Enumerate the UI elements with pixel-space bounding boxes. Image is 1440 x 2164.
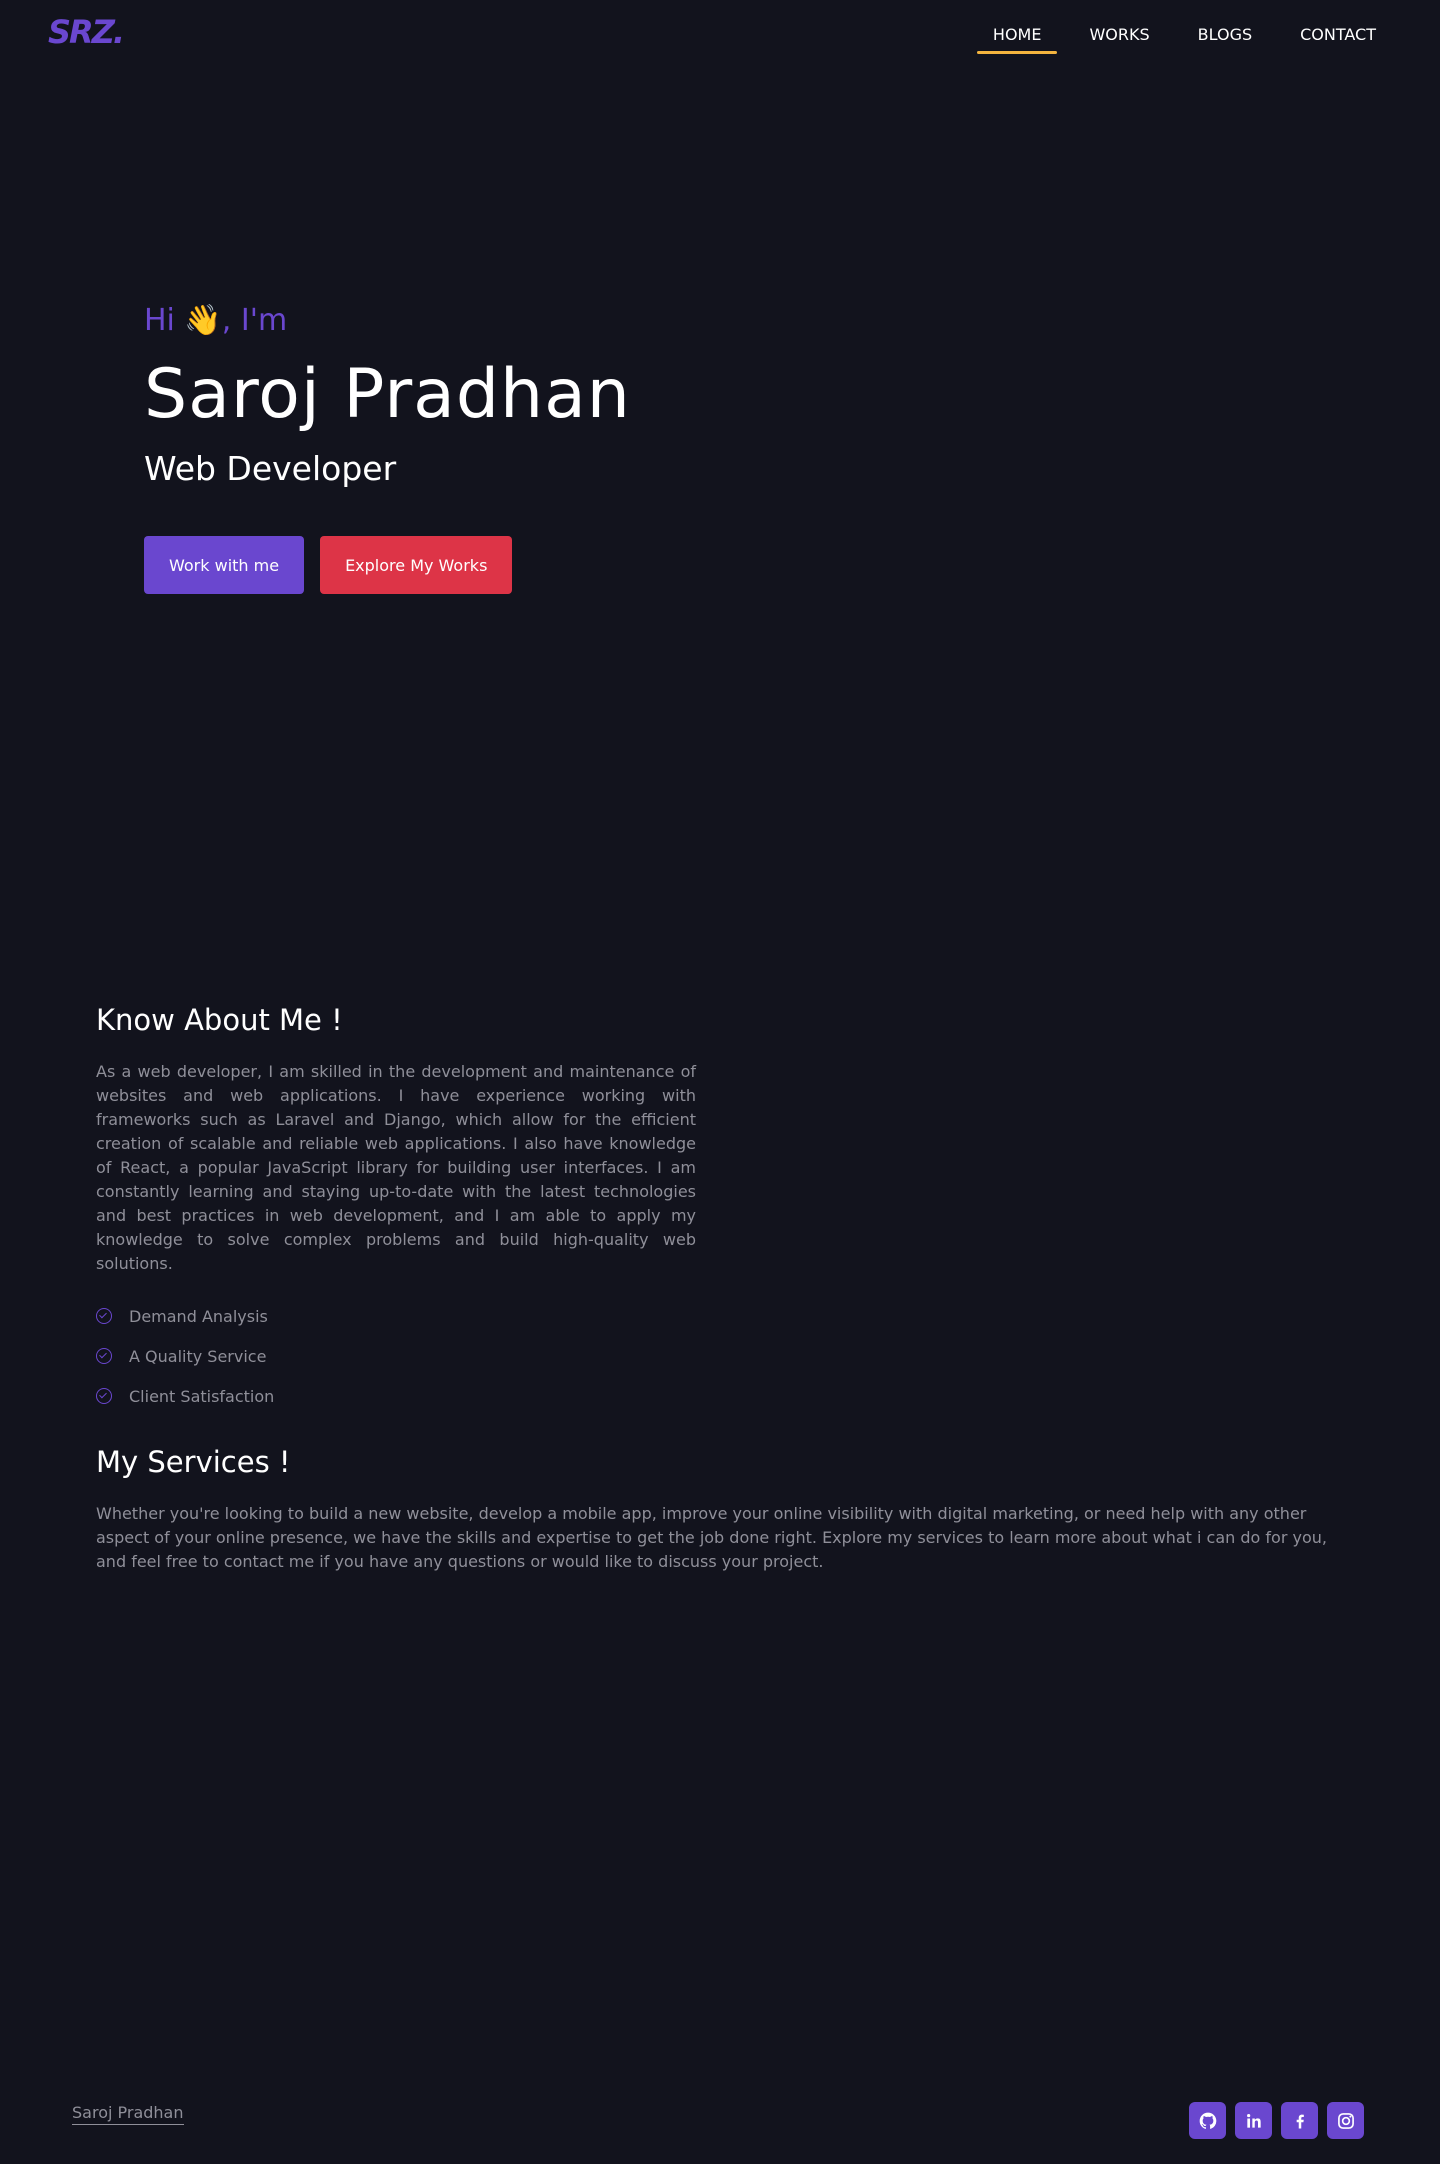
social-links [1189,2102,1364,2139]
services-section: My Services ! Whether you're looking to … [96,1440,1348,1574]
feature-list: Demand Analysis A Quality Service Client… [96,1296,696,1416]
nav-links: HOME WORKS BLOGS CONTACT [961,0,1392,56]
facebook-icon [1296,2114,1304,2128]
hero-greeting: Hi 👋, I'm [144,303,288,338]
hero-section: Hi 👋, I'm Saroj Pradhan Web Developer Wo… [144,296,844,594]
explore-works-button[interactable]: Explore My Works [320,536,513,594]
list-item: Demand Analysis [96,1296,696,1336]
linkedin-icon [1246,2113,1261,2128]
hero-role: Web Developer [144,449,397,488]
check-circle-icon [96,1348,112,1364]
nav-item-blogs[interactable]: BLOGS [1182,0,1268,56]
facebook-link[interactable] [1281,2102,1318,2139]
services-text: Whether you're looking to build a new we… [96,1504,1327,1571]
footer-name-link[interactable]: Saroj Pradhan [72,2103,184,2125]
instagram-icon [1337,2112,1354,2129]
site-logo[interactable]: SRZ. [48,13,125,51]
hero-name: Saroj Pradhan [144,355,631,434]
nav-item-works[interactable]: WORKS [1073,0,1165,56]
about-title: Know About Me ! [96,1003,343,1037]
page: SRZ. HOME WORKS BLOGS CONTACT Hi 👋, I'm … [0,0,1440,2164]
about-section: Know About Me ! As a web developer, I am… [96,998,696,1416]
services-title: My Services ! [96,1445,291,1479]
nav-item-contact[interactable]: CONTACT [1284,0,1392,56]
linkedin-link[interactable] [1235,2102,1272,2139]
about-text: As a web developer, I am skilled in the … [96,1062,696,1273]
nav-item-home[interactable]: HOME [976,0,1058,56]
check-circle-icon [96,1308,112,1324]
feature-label: Demand Analysis [129,1306,268,1326]
check-circle-icon [96,1388,112,1404]
feature-label: Client Satisfaction [129,1386,275,1406]
work-with-me-button[interactable]: Work with me [144,536,305,594]
instagram-link[interactable] [1327,2102,1364,2139]
list-item: A Quality Service [96,1336,696,1376]
feature-label: A Quality Service [129,1346,267,1366]
github-link[interactable] [1189,2102,1226,2139]
github-icon [1199,2112,1216,2129]
hero-buttons: Work with me Explore My Works [144,536,844,594]
list-item: Client Satisfaction [96,1376,696,1416]
top-navbar: SRZ. HOME WORKS BLOGS CONTACT [0,0,1440,62]
